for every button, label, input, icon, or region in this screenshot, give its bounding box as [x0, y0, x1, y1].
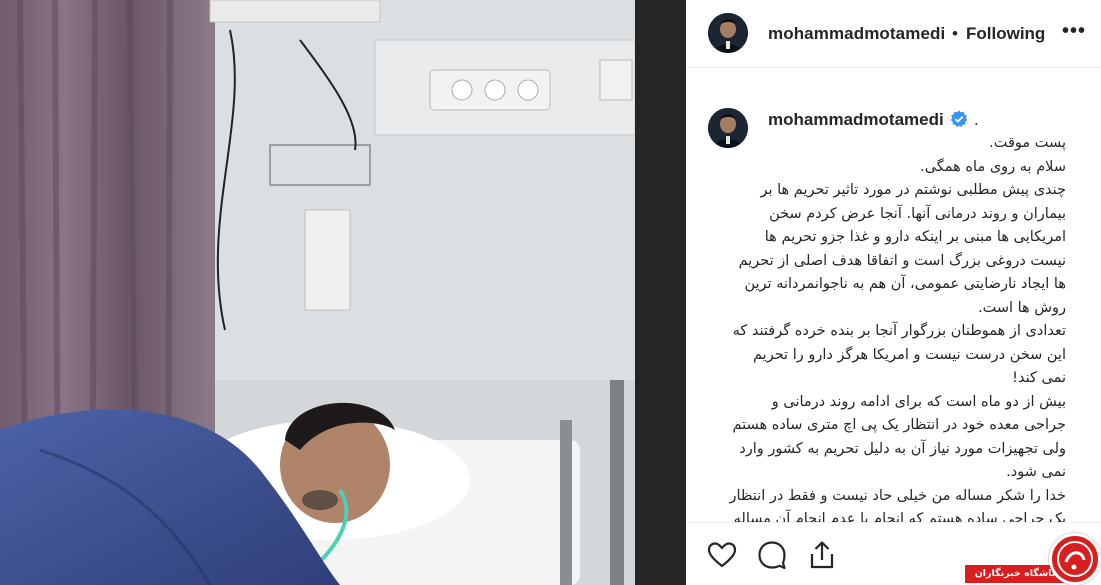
watermark-logo-mark: [1057, 541, 1093, 577]
caption-line: پست موقت.: [989, 135, 1066, 151]
share-icon[interactable]: [806, 539, 838, 571]
watermark-badge: باشگاه خبرنگاران: [965, 531, 1101, 585]
caption-line: خدا را شکر مساله من خیلی حاد نیست و فقط …: [729, 487, 1066, 523]
caption-line: تعدادی از هموطنان بزرگوار آنجا بر بنده خ…: [732, 323, 1066, 386]
avatar[interactable]: [708, 13, 748, 53]
post-caption: پست موقت. سلام به روی ماه همگی. چندی پیش…: [726, 132, 1066, 522]
hospital-photo-illustration: [0, 0, 635, 585]
caption-line: بیش از دو ماه است که برای ادامه روند درم…: [732, 393, 1066, 481]
caption-trailing-dot: .: [974, 110, 979, 129]
caption-line: چندی پیش مطلبی نوشتم در مورد تاثیر تحریم…: [738, 182, 1066, 316]
more-icon[interactable]: •••: [1062, 20, 1086, 43]
verified-icon: [950, 110, 968, 127]
post-details-panel: mohammadmotamedi • Following ••• mohamma…: [686, 0, 1101, 585]
caption-username[interactable]: mohammadmotamedi: [768, 110, 944, 130]
following-button[interactable]: Following: [966, 24, 1045, 44]
instagram-post-view: mohammadmotamedi • Following ••• mohamma…: [0, 0, 1101, 585]
avatar-image: [708, 13, 748, 53]
watermark-logo: [1049, 533, 1101, 585]
post-photo[interactable]: [0, 0, 635, 585]
comment-icon[interactable]: [756, 539, 788, 571]
post-author-username[interactable]: mohammadmotamedi: [768, 24, 945, 44]
caption-line: سلام به روی ماه همگی.: [920, 158, 1066, 175]
separator-dot: •: [952, 24, 958, 43]
post-header: mohammadmotamedi • Following •••: [686, 0, 1101, 68]
modal-backdrop-strip: [635, 0, 686, 585]
heart-icon[interactable]: [706, 539, 738, 571]
